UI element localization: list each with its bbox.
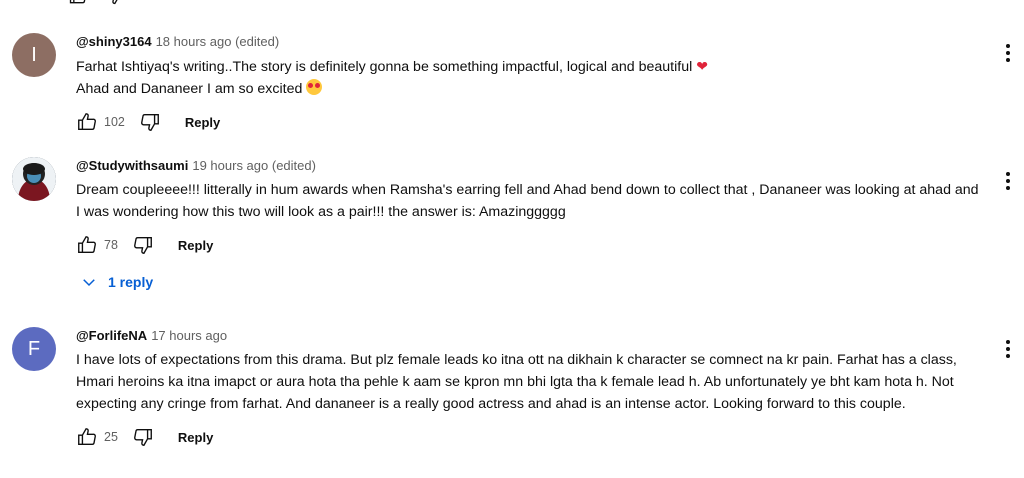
thumb-up-icon (78, 428, 96, 446)
comment-text-line: Ahad and Dananeer I am so excited (76, 81, 303, 97)
thumb-up-icon (78, 113, 96, 131)
like-count: 25 (104, 430, 118, 444)
thumb-down-icon (140, 113, 159, 131)
more-vert-icon[interactable] (1000, 337, 1016, 361)
author-handle[interactable]: @ForlifeNA (76, 328, 147, 343)
red-heart-icon: ❤ (696, 58, 708, 74)
comment-actions: 102 Reply (76, 110, 984, 134)
like-button[interactable] (76, 111, 98, 133)
like-count: 102 (104, 115, 125, 129)
heart-eyes-emoji-icon (306, 79, 323, 95)
avatar[interactable]: I (12, 33, 56, 77)
thumb-up-icon (78, 236, 96, 254)
thumb-down-icon (133, 236, 152, 254)
comment-text: Dream coupleeee!!! litterally in hum awa… (76, 182, 979, 220)
avatar-letter: I (31, 43, 37, 66)
more-vert-icon[interactable] (1000, 41, 1016, 65)
more-vert-icon[interactable] (1000, 169, 1016, 193)
comment-text: I have lots of expectations from this dr… (76, 352, 957, 412)
avatar[interactable]: F (12, 327, 56, 371)
avatar-letter: F (27, 337, 41, 360)
comments-section: I @shiny3164 18 hours ago (edited) Farhat… (0, 0, 1024, 478)
avatar[interactable] (12, 157, 56, 201)
comment-header: @ForlifeNA 17 hours ago (76, 327, 984, 345)
thumb-down-icon (133, 428, 152, 446)
thumb-up-icon[interactable] (68, 0, 88, 11)
comment-time[interactable]: 17 hours ago (151, 328, 227, 343)
like-button[interactable] (76, 426, 98, 448)
comment-time[interactable]: 18 hours ago (edited) (156, 34, 280, 49)
like-button[interactable] (76, 234, 98, 256)
previous-comment-actions (68, 0, 124, 6)
dislike-button[interactable] (132, 426, 154, 448)
like-count: 78 (104, 238, 118, 252)
comment-header: @shiny3164 18 hours ago (edited) (76, 33, 984, 51)
comment-actions: 25 Reply (76, 425, 984, 449)
reply-button[interactable]: Reply (178, 430, 213, 445)
comment-actions: 78 Reply (76, 233, 984, 257)
author-handle[interactable]: @shiny3164 (76, 34, 152, 49)
view-replies-button[interactable]: 1 reply (76, 273, 984, 291)
comment-time[interactable]: 19 hours ago (edited) (192, 158, 316, 173)
dislike-button[interactable] (132, 234, 154, 256)
reply-button[interactable]: Reply (178, 238, 213, 253)
comment-text-line: Farhat Ishtiyaq's writing..The story is … (76, 59, 693, 75)
thumb-down-icon[interactable] (104, 0, 124, 11)
author-handle[interactable]: @Studywithsaumi (76, 158, 188, 173)
profile-picture-icon (12, 157, 56, 201)
reply-button[interactable]: Reply (185, 115, 220, 130)
chevron-down-icon (83, 279, 95, 287)
replies-count-label: 1 reply (108, 274, 154, 290)
comment-text: Farhat Ishtiyaq's writing..The story is … (76, 55, 984, 100)
comment-header: @Studywithsaumi 19 hours ago (edited) (76, 157, 984, 175)
dislike-button[interactable] (139, 111, 161, 133)
